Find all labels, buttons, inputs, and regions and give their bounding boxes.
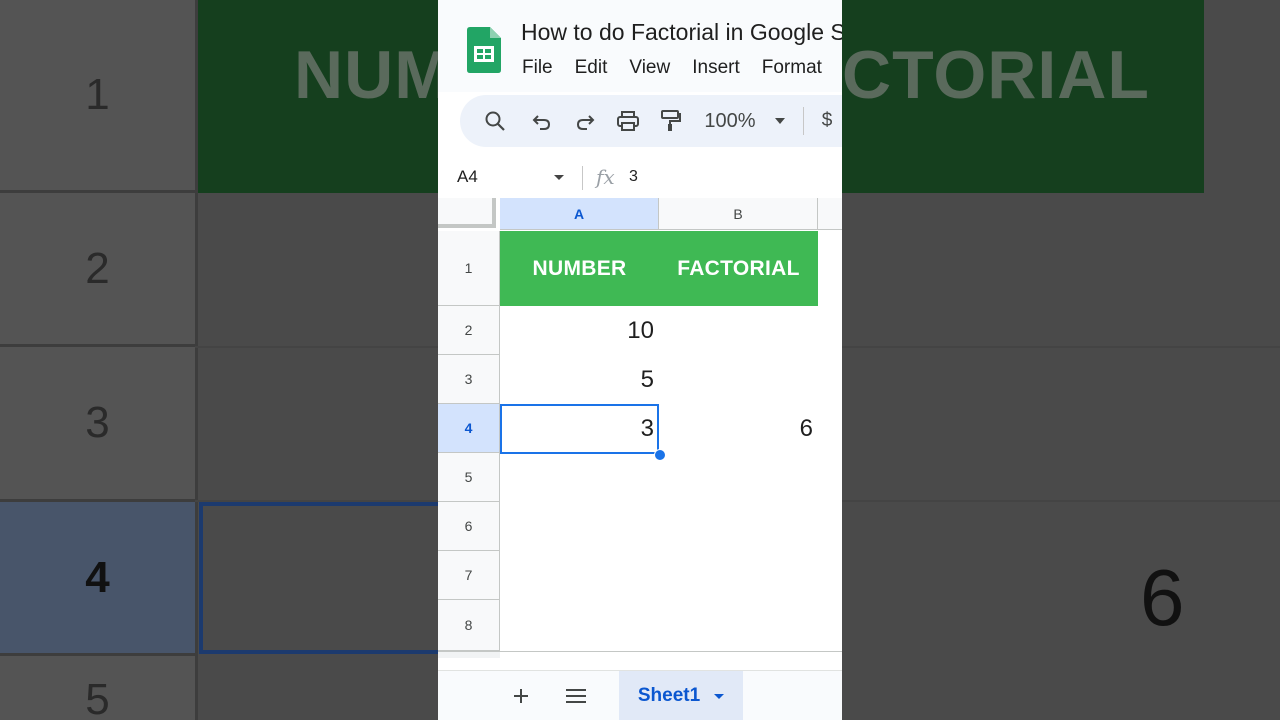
row-header-7[interactable]: 7 xyxy=(438,551,500,600)
menu-bar: File Edit View Insert Format xyxy=(522,57,842,79)
column-header-c[interactable] xyxy=(818,198,842,230)
google-sheets-logo-icon[interactable] xyxy=(467,27,501,73)
all-sheets-menu-icon[interactable] xyxy=(563,671,589,720)
row-header-2[interactable]: 2 xyxy=(438,306,500,355)
cell-a2[interactable]: 10 xyxy=(500,306,659,355)
row-header-1[interactable]: 1 xyxy=(438,231,500,306)
toolbar: 100% $ xyxy=(460,95,842,147)
row-header-4[interactable]: 4 xyxy=(438,404,500,453)
name-box[interactable]: A4 xyxy=(457,167,478,187)
bg-factorial-value: 6 xyxy=(1140,553,1185,642)
menu-file[interactable]: File xyxy=(522,57,553,79)
cell-a1[interactable]: NUMBER xyxy=(500,231,659,306)
cell-b1[interactable]: FACTORIAL xyxy=(659,231,818,306)
bg-row-header-2: 2 xyxy=(0,193,195,347)
currency-format-button[interactable]: $ xyxy=(817,95,837,147)
sheet-tab-sheet1[interactable]: Sheet1 xyxy=(619,671,743,720)
function-icon: fx xyxy=(596,165,615,189)
cell-b4[interactable]: 6 xyxy=(659,404,818,454)
cell-a3[interactable]: 5 xyxy=(500,355,659,404)
chevron-down-icon[interactable] xyxy=(770,95,790,147)
sheet-tab-label: Sheet1 xyxy=(637,685,701,706)
name-box-dropdown-icon[interactable] xyxy=(554,175,564,180)
sheet-tab-bar: Sheet1 xyxy=(438,670,842,720)
row-header-6[interactable]: 6 xyxy=(438,502,500,551)
bg-header-text-right: CTORIAL xyxy=(842,37,1150,113)
menu-edit[interactable]: Edit xyxy=(575,57,608,79)
bg-row-header-5: 5 xyxy=(0,656,195,720)
formula-bar-divider xyxy=(582,166,583,190)
menu-format[interactable]: Format xyxy=(762,57,822,79)
app-header: How to do Factorial in Google Sheets Fil… xyxy=(438,0,842,92)
bg-row-header-3: 3 xyxy=(0,347,195,502)
menu-insert[interactable]: Insert xyxy=(692,57,740,79)
redo-icon[interactable] xyxy=(570,95,600,147)
menu-view[interactable]: View xyxy=(629,57,670,79)
paint-format-icon[interactable] xyxy=(656,95,686,147)
bg-header-text-left: NUM xyxy=(294,37,452,113)
chevron-down-icon[interactable] xyxy=(714,693,725,699)
toolbar-divider xyxy=(803,107,804,135)
row-header-3[interactable]: 3 xyxy=(438,355,500,404)
fill-handle[interactable] xyxy=(654,449,666,461)
add-sheet-icon[interactable] xyxy=(508,671,534,720)
bg-column-divider xyxy=(195,0,198,720)
bg-selection-box xyxy=(199,502,459,654)
spreadsheet-grid: A B 1 2 3 4 5 6 7 8 NUMBER FACTORIAL 10 … xyxy=(438,198,842,658)
select-all-corner[interactable] xyxy=(438,198,496,228)
sheets-app: How to do Factorial in Google Sheets Fil… xyxy=(438,0,842,720)
column-header-b[interactable]: B xyxy=(659,198,818,230)
bg-row-header-4: 4 xyxy=(0,502,195,656)
zoom-select[interactable]: 100% xyxy=(700,95,760,147)
formula-bar: A4 fx 3 xyxy=(438,158,842,199)
active-cell-selection xyxy=(500,404,659,454)
document-title[interactable]: How to do Factorial in Google Sheets xyxy=(521,19,842,46)
row-header-5[interactable]: 5 xyxy=(438,453,500,502)
column-header-a[interactable]: A xyxy=(500,198,659,230)
undo-icon[interactable] xyxy=(527,95,557,147)
bg-row-header-1: 1 xyxy=(0,0,195,193)
row-header-8[interactable]: 8 xyxy=(438,600,500,651)
formula-input[interactable]: 3 xyxy=(629,168,638,186)
horizontal-scrollbar[interactable] xyxy=(438,652,500,658)
print-icon[interactable] xyxy=(613,95,643,147)
search-icon[interactable] xyxy=(480,95,510,147)
